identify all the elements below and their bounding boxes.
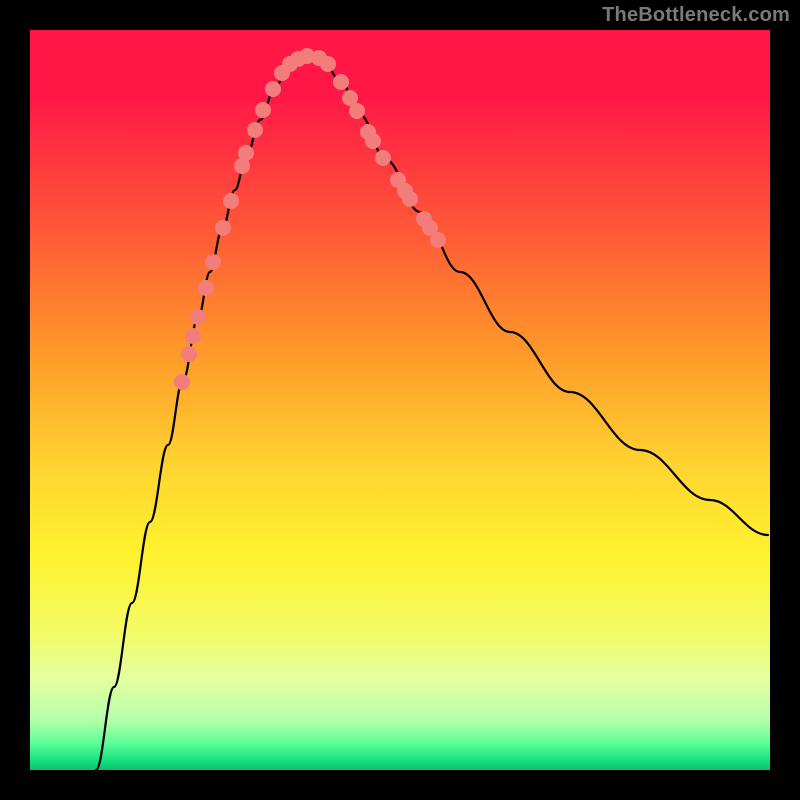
data-point-left-02: [181, 346, 197, 362]
data-point-right-10: [402, 191, 418, 207]
data-point-right-04: [349, 103, 365, 119]
data-point-left-05: [198, 280, 214, 296]
data-point-right-02: [333, 74, 349, 90]
watermark: TheBottleneck.com: [602, 4, 790, 27]
data-point-right-01: [320, 56, 336, 72]
data-point-left-08: [223, 193, 239, 209]
data-point-left-07: [215, 220, 231, 236]
data-point-left-11: [247, 122, 263, 138]
data-point-right-06: [365, 133, 381, 149]
data-point-left-06: [205, 254, 221, 270]
data-point-left-01: [174, 374, 190, 390]
data-point-left-12: [255, 102, 271, 118]
data-point-left-04: [190, 309, 206, 325]
data-points: [174, 48, 446, 390]
bottleneck-curve: [96, 56, 768, 770]
stage: TheBottleneck.com: [0, 0, 800, 800]
data-point-right-13: [430, 232, 446, 248]
data-point-left-13: [265, 81, 281, 97]
curve-svg: [30, 30, 770, 770]
plot-area: [30, 30, 770, 770]
data-point-left-03: [185, 328, 201, 344]
data-point-left-10: [238, 145, 254, 161]
data-point-right-07: [375, 150, 391, 166]
